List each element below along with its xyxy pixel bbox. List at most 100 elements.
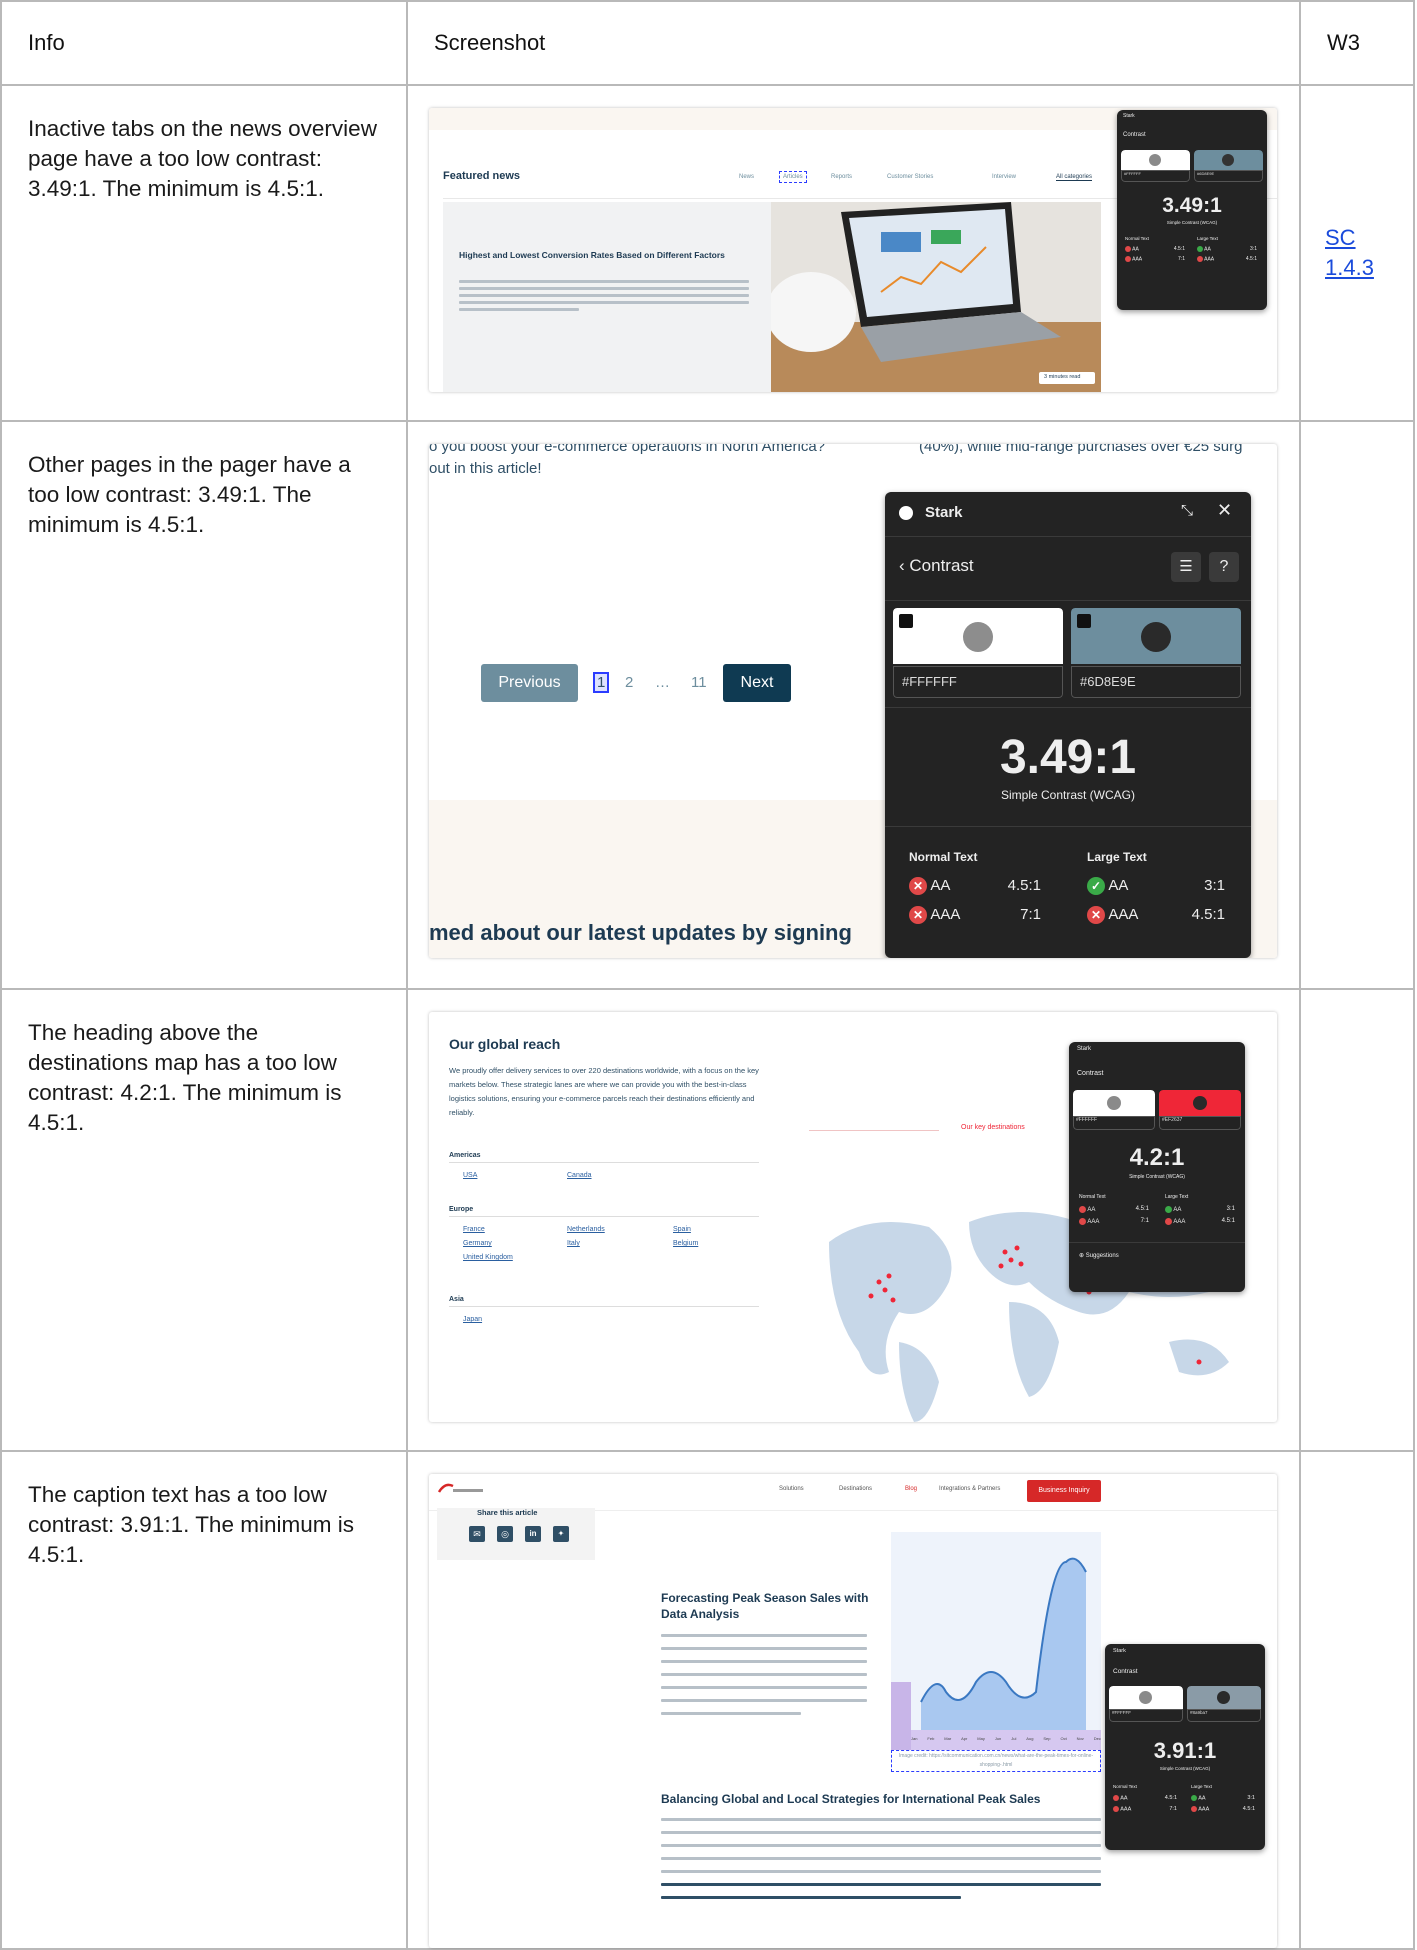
tab-news[interactable]: News: [739, 174, 754, 180]
intro-text: We proudly offer delivery services to ov…: [449, 1066, 759, 1117]
tab-articles[interactable]: Articles: [779, 171, 807, 183]
screenshot-cell: o you boost your e-commerce operations i…: [406, 420, 1301, 990]
pager-page-last[interactable]: 11: [691, 674, 707, 691]
suggestions-label: Suggestions: [1085, 1253, 1119, 1259]
country-link[interactable]: Japan: [463, 1316, 482, 1323]
screenshot-cell: Featured news News Articles Reports Cust…: [406, 84, 1301, 422]
region-americas: Americas: [449, 1152, 481, 1159]
pager-previous-button[interactable]: Previous: [481, 664, 578, 702]
swatch-1-hex[interactable]: #FFFFFF: [1073, 1116, 1155, 1130]
swatch-2-hex[interactable]: #6D8E9E: [1194, 170, 1263, 182]
aa-normal-ratio: 4.5:1: [1007, 877, 1041, 894]
article-heading: Forecasting Peak Season Sales with Data …: [661, 1591, 869, 1621]
stark-back-label: Contrast: [909, 556, 974, 575]
fail-icon: [1191, 1806, 1197, 1812]
whatsapp-share-icon[interactable]: ◎: [497, 1526, 513, 1542]
wcag-link[interactable]: SC 1.4.3: [1301, 223, 1391, 283]
w3-cell: [1299, 1450, 1415, 1950]
aaa-large-ratio: 4.5:1: [1191, 906, 1225, 923]
screenshot-pager: o you boost your e-commerce operations i…: [429, 444, 1277, 958]
tab-all-categories[interactable]: All categories: [1056, 174, 1093, 181]
section-title: Featured news: [443, 170, 521, 182]
info-cell: Inactive tabs on the news overview page …: [0, 84, 408, 422]
swatch-foreground[interactable]: #FFFFFF: [893, 608, 1063, 698]
swatch-2-hex[interactable]: #6D8E9E: [1071, 666, 1241, 698]
month-label: Nov: [1076, 1736, 1084, 1741]
stark-panel: Stark ⤡ ✕ ‹ Contrast ☰ ? #FFFFFF #6D8E9E…: [885, 492, 1251, 958]
swatch-2-hex[interactable]: #8a9ba7: [1187, 1709, 1261, 1722]
pager-page-2[interactable]: 2: [625, 674, 633, 691]
stark-back[interactable]: Contrast: [1113, 1668, 1138, 1675]
business-inquiry-button[interactable]: Business Inquiry: [1027, 1480, 1101, 1502]
email-share-icon[interactable]: ✉: [469, 1526, 485, 1542]
aa-large-ratio: 3:1: [1247, 1795, 1255, 1801]
tab-customer-stories[interactable]: Customer Stories: [887, 174, 933, 180]
site-nav: [429, 1474, 1277, 1511]
close-icon[interactable]: ✕: [1217, 500, 1232, 521]
country-link[interactable]: Canada: [567, 1172, 592, 1179]
fail-icon: [1113, 1806, 1119, 1812]
tab-list: News Articles Reports Customer Stories: [739, 171, 969, 188]
aa-label: AA: [1132, 246, 1139, 253]
contrast-subtitle: Simple Contrast (WCAG): [1159, 1766, 1211, 1771]
stark-title: Stark: [1123, 113, 1135, 119]
header-row: Info Screenshot W3: [0, 0, 1415, 86]
country-link[interactable]: Netherlands: [567, 1226, 605, 1233]
twitter-share-icon[interactable]: ✦: [553, 1526, 569, 1542]
fail-icon: [1113, 1795, 1119, 1801]
country-link[interactable]: USA: [463, 1172, 477, 1179]
pass-icon: ✓: [1087, 877, 1105, 896]
linkedin-share-icon[interactable]: in: [525, 1526, 541, 1542]
large-text-label: Large Text: [1165, 1194, 1189, 1200]
share-title: Share this article: [477, 1508, 538, 1517]
aa-label: AA: [930, 877, 951, 894]
country-link[interactable]: Germany: [463, 1240, 492, 1247]
article-title[interactable]: Highest and Lowest Conversion Rates Base…: [459, 250, 759, 261]
aa-normal-ratio: 4.5:1: [1164, 1795, 1177, 1801]
region-europe: Europe: [449, 1206, 474, 1213]
tab-interview[interactable]: Interview: [992, 174, 1016, 180]
swatch-1-hex[interactable]: #FFFFFF: [1109, 1709, 1183, 1722]
tab-reports[interactable]: Reports: [831, 174, 852, 180]
swatch-background[interactable]: #6D8E9E: [1071, 608, 1241, 698]
month-label: May: [977, 1736, 985, 1741]
aa-label: AA: [1087, 1207, 1096, 1214]
swatch-1-hex[interactable]: #FFFFFF: [1121, 170, 1190, 182]
nav-integrations[interactable]: Integrations & Partners: [939, 1486, 1000, 1492]
country-link[interactable]: United Kingdom: [463, 1254, 513, 1261]
settings-icon[interactable]: ☰: [1171, 552, 1201, 582]
pager-next-button[interactable]: Next: [723, 664, 791, 702]
read-time-badge: 3 minutes read: [1041, 373, 1084, 381]
country-link[interactable]: France: [463, 1226, 485, 1233]
section-heading: Balancing Global and Local Strategies fo…: [661, 1792, 1041, 1806]
body-text: o you boost your e-commerce operations i…: [429, 444, 826, 455]
stark-back-button[interactable]: ‹ Contrast: [899, 556, 974, 576]
collapse-icon[interactable]: ⤡: [1181, 502, 1193, 519]
header-w3: W3: [1299, 0, 1415, 86]
screenshot-featured-news: Featured news News Articles Reports Cust…: [429, 108, 1277, 392]
aaa-normal-ratio: 7:1: [1178, 256, 1185, 262]
country-link[interactable]: Spain: [673, 1226, 691, 1233]
aaa-normal-ratio: 7:1: [1020, 906, 1041, 923]
site-logo[interactable]: [437, 1482, 487, 1496]
swatch-2-hex[interactable]: #EF2637: [1159, 1116, 1241, 1130]
aaa-normal-ratio: 7:1: [1169, 1806, 1177, 1812]
aaa-label: AAA: [1087, 1219, 1100, 1226]
article-card[interactable]: Highest and Lowest Conversion Rates Base…: [443, 202, 771, 392]
stark-back[interactable]: Contrast: [1077, 1070, 1103, 1077]
aaa-label: AAA: [1108, 906, 1139, 923]
nav-destinations[interactable]: Destinations: [839, 1486, 872, 1492]
nav-blog[interactable]: Blog: [905, 1486, 917, 1492]
stark-back[interactable]: Contrast: [1123, 132, 1146, 138]
country-link[interactable]: Belgium: [673, 1240, 698, 1247]
aaa-label: AAA: [1120, 1806, 1132, 1813]
country-link[interactable]: Italy: [567, 1240, 580, 1247]
nav-solutions[interactable]: Solutions: [779, 1486, 804, 1492]
help-icon[interactable]: ?: [1209, 552, 1239, 582]
swatch-1-hex[interactable]: #FFFFFF: [893, 666, 1063, 698]
month-label: Jun: [994, 1736, 1002, 1741]
suggestions-toggle[interactable]: ⊕ Suggestions: [1079, 1252, 1119, 1259]
normal-text-label: Normal Text: [909, 850, 978, 864]
pager-page-current[interactable]: 1: [592, 672, 610, 693]
aa-label: AA: [1204, 246, 1211, 253]
